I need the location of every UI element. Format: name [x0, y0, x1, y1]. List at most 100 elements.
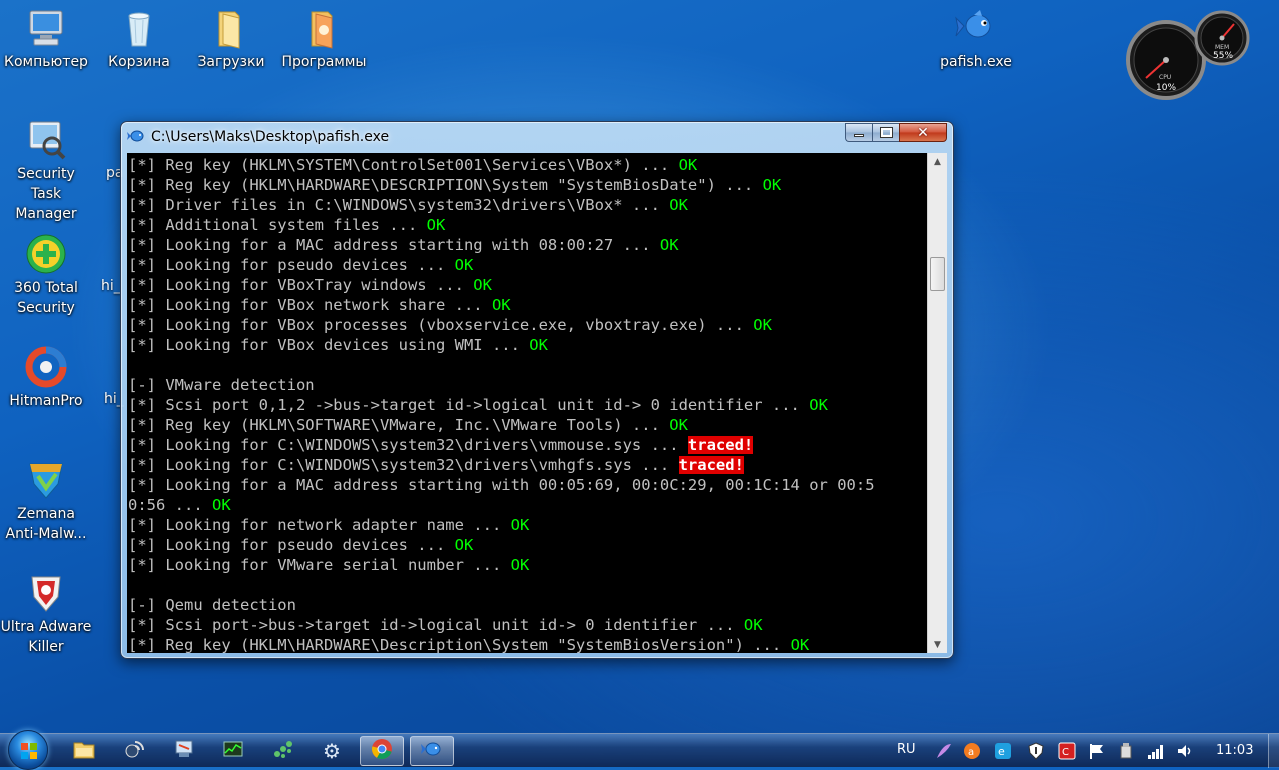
- desktop-icon-360-total-security[interactable]: 360 Total Security: [0, 232, 92, 318]
- desktop-icon-label: Ultra Adware Killer: [0, 619, 92, 655]
- console-line: [*] Looking for VBox devices using WMI .…: [128, 335, 927, 355]
- desktop-icon-label: HitmanPro: [9, 393, 83, 409]
- action-center-flag-icon[interactable]: [1088, 742, 1106, 760]
- taskbar-network[interactable]: [112, 736, 156, 766]
- memory-label: MEM: [1215, 44, 1230, 51]
- console-line: [*] Reg key (HKLM\SYSTEM\ControlSet001\S…: [128, 155, 927, 175]
- console-line: [*] Looking for VBox network share ... O…: [128, 295, 927, 315]
- memory-value: 55%: [1213, 51, 1234, 61]
- console-line: [*] Reg key (HKLM\HARDWARE\Description\S…: [128, 635, 927, 653]
- comodo-icon[interactable]: C: [1058, 742, 1076, 760]
- console-line-text: [*] Looking for network adapter name ...: [128, 516, 511, 534]
- maximize-button[interactable]: [872, 123, 899, 142]
- desktop-icon-recycle-bin[interactable]: Корзина: [93, 6, 185, 72]
- svg-text:C: C: [1062, 747, 1069, 758]
- settings-icon: ⚙: [323, 739, 341, 763]
- edge-browser-icon[interactable]: e: [994, 742, 1012, 760]
- window-titlebar[interactable]: C:\Users\Maks\Desktop\pafish.exe ✕: [121, 122, 953, 152]
- pafish-fish-icon: [127, 128, 145, 144]
- removable-device-icon[interactable]: [1117, 742, 1135, 760]
- cpu-value: 10%: [1156, 83, 1177, 93]
- taskbar-task-manager[interactable]: [211, 736, 255, 766]
- control-panel-icon: [173, 739, 195, 763]
- pafish-console-window[interactable]: C:\Users\Maks\Desktop\pafish.exe ✕ [*] R…: [120, 121, 954, 659]
- desktop-icon-zemana[interactable]: Zemana Anti-Malw...: [0, 458, 92, 544]
- window-title: C:\Users\Maks\Desktop\pafish.exe: [151, 129, 390, 145]
- console-line-text: [*] Reg key (HKLM\SOFTWARE\VMware, Inc.\…: [128, 416, 670, 434]
- console-line-text: [*] Driver files in C:\WINDOWS\system32\…: [128, 196, 670, 214]
- scroll-up-button[interactable]: ▲: [928, 153, 947, 170]
- console-line-text: [*] Scsi port->bus->target id->logical u…: [128, 616, 744, 634]
- scrollbar-thumb[interactable]: [930, 257, 945, 291]
- console-line: [*] Reg key (HKLM\SOFTWARE\VMware, Inc.\…: [128, 415, 927, 435]
- console-line: 0:56 ... OK: [128, 495, 927, 515]
- desktop-icon-programs[interactable]: Программы: [278, 6, 370, 72]
- console-line: [-] Qemu detection: [128, 595, 927, 615]
- console-line: [*] Looking for C:\WINDOWS\system32\driv…: [128, 455, 927, 475]
- desktop-icon-ultra-adware-killer[interactable]: Ultra Adware Killer: [0, 571, 92, 657]
- console-line-text: [*] Looking for C:\WINDOWS\system32\driv…: [128, 436, 688, 454]
- console-line-text: [*] Reg key (HKLM\HARDWARE\Description\S…: [128, 636, 791, 653]
- desktop-icon-pafish[interactable]: pafish.exe: [930, 6, 1022, 72]
- taskbar-settings[interactable]: ⚙: [310, 736, 354, 766]
- hitmanpro-icon: [24, 345, 68, 389]
- recycle-bin-icon: [117, 6, 161, 50]
- taskbar-pafish[interactable]: [410, 736, 454, 766]
- console-line: [*] Looking for pseudo devices ... OK: [128, 255, 927, 275]
- desktop-icon-security-task-manager[interactable]: Security Task Manager: [0, 118, 92, 224]
- shield-icon[interactable]: [1027, 742, 1045, 760]
- cpu-meter-gadget[interactable]: CPU 10% MEM 55%: [1126, 10, 1256, 102]
- taskbar-chrome[interactable]: [360, 736, 404, 766]
- signal-strength-icon[interactable]: [1147, 742, 1165, 760]
- desktop-icon-label: Security Task Manager: [15, 166, 77, 222]
- gadget-icon: [272, 738, 294, 764]
- status-ok: OK: [473, 276, 492, 294]
- console-line-text: [*] Looking for pseudo devices ...: [128, 256, 455, 274]
- language-indicator[interactable]: RU: [897, 742, 916, 757]
- pafish-icon: [421, 740, 443, 762]
- start-button[interactable]: [8, 730, 48, 770]
- folder-icon: [209, 6, 253, 50]
- svg-text:e: e: [998, 745, 1005, 758]
- minimize-button[interactable]: [845, 123, 872, 142]
- console-line-text: [*] Looking for VBoxTray windows ...: [128, 276, 474, 294]
- console-line-text: [-] VMware detection: [128, 376, 315, 394]
- desktop-icon-hitmanpro[interactable]: HitmanPro: [0, 345, 92, 411]
- console-line: [*] Looking for pseudo devices ... OK: [128, 535, 927, 555]
- desktop-icon-computer[interactable]: Компьютер: [0, 6, 92, 72]
- status-ok: OK: [212, 496, 231, 514]
- status-traced: traced!: [678, 456, 744, 474]
- volume-icon[interactable]: [1176, 742, 1194, 760]
- security-task-manager-icon: [24, 118, 68, 162]
- maximize-icon: [879, 127, 893, 138]
- taskbar-explorer[interactable]: [62, 736, 106, 766]
- console-line: [*] Driver files in C:\WINDOWS\system32\…: [128, 195, 927, 215]
- vertical-scrollbar[interactable]: ▲ ▼: [927, 153, 947, 653]
- desktop-icon-label: Загрузки: [197, 54, 265, 70]
- svg-text:a: a: [968, 747, 974, 758]
- status-ok: OK: [454, 256, 474, 274]
- taskbar-gadgets[interactable]: [261, 736, 305, 766]
- windows-logo-icon: [20, 742, 38, 760]
- console-line: [*] Looking for network adapter name ...…: [128, 515, 927, 535]
- close-icon: ✕: [917, 124, 929, 141]
- close-button[interactable]: ✕: [899, 123, 947, 142]
- console-line-text: [-] Qemu detection: [128, 596, 296, 614]
- 360-security-icon: [24, 232, 68, 276]
- console-output[interactable]: [*] Reg key (HKLM\SYSTEM\ControlSet001\S…: [127, 153, 927, 653]
- desktop-icon-label: Корзина: [108, 54, 170, 70]
- status-ok: OK: [426, 216, 446, 234]
- show-desktop-button[interactable]: [1268, 734, 1279, 768]
- status-ok: OK: [762, 176, 782, 194]
- console-line-text: [*] Scsi port 0,1,2 ->bus->target id->lo…: [128, 396, 810, 414]
- clock[interactable]: 11:03: [1216, 743, 1253, 758]
- taskbar-control-panel[interactable]: [162, 736, 206, 766]
- console-line: [*] Looking for VMware serial number ...…: [128, 555, 927, 575]
- desktop-icon-downloads[interactable]: Загрузки: [185, 6, 277, 72]
- network-icon: [123, 738, 145, 764]
- feather-icon[interactable]: [935, 742, 953, 760]
- avast-icon[interactable]: a: [963, 742, 981, 760]
- scroll-down-button[interactable]: ▼: [928, 636, 947, 653]
- console-line-text: [*] Reg key (HKLM\SYSTEM\ControlSet001\S…: [128, 156, 679, 174]
